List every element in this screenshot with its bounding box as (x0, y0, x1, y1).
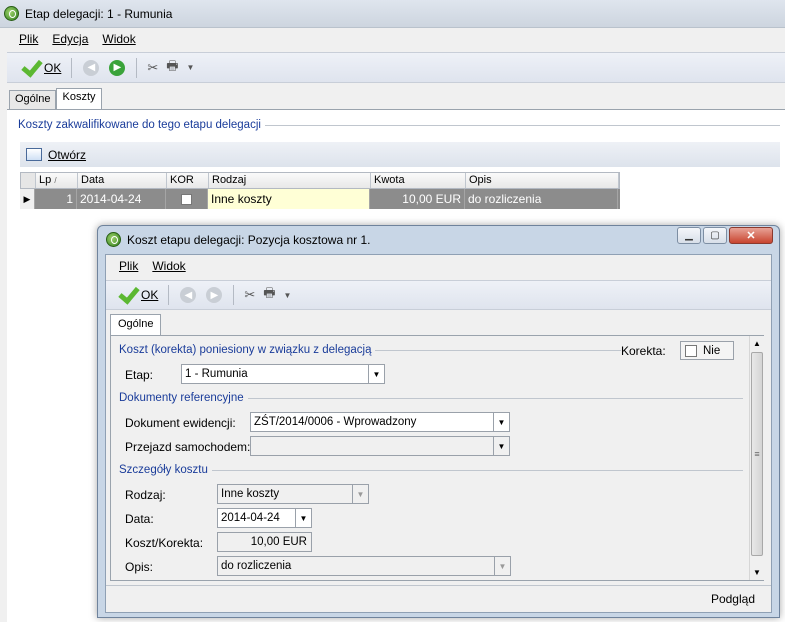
main-toolbar: OK ◀ ▶ ✂ 🖶 ▼ (7, 52, 785, 83)
dialog-toolbar: OK ◀ ▶ ✂ 🖶 ▼ (106, 280, 771, 310)
chevron-down-icon[interactable]: ▼ (295, 509, 311, 527)
main-tabs: Ogólne Koszty (9, 88, 102, 110)
costs-grid: Lp / Data KOR Rodzaj Kwota Opis ▶ 1 2014… (20, 172, 620, 209)
close-icon[interactable]: ✕ (729, 227, 773, 244)
koszt-label: Koszt/Korekta: (125, 536, 204, 550)
vertical-scrollbar[interactable]: ▲ ≡ ▼ (749, 336, 764, 580)
opis-select[interactable]: do rozliczenia ▼ (217, 556, 511, 576)
row-pointer-icon: ▶ (20, 189, 35, 209)
chevron-down-icon[interactable]: ▼ (494, 557, 510, 575)
section-koszt: Koszt (korekta) poniesiony w związku z d… (119, 344, 621, 356)
ok-button[interactable]: OK (15, 56, 65, 80)
scroll-up-icon[interactable]: ▲ (750, 336, 764, 351)
scroll-thumb[interactable]: ≡ (751, 352, 763, 556)
tools-icon[interactable]: ✂ (147, 60, 158, 76)
column-opis[interactable]: Opis (466, 173, 619, 188)
chevron-down-icon[interactable]: ▼ (352, 485, 368, 503)
menu-edycja[interactable]: Edycja (45, 32, 95, 46)
open-document-icon (26, 148, 42, 161)
data-date-picker[interactable]: 2014-04-24 ▼ (217, 508, 312, 528)
toolbar-separator (136, 57, 138, 78)
rodzaj-select[interactable]: Inne koszty ▼ (217, 484, 369, 504)
tools-icon[interactable]: ✂ (244, 287, 255, 303)
opis-label: Opis: (125, 560, 154, 574)
etap-select[interactable]: 1 - Rumunia ▼ (181, 364, 385, 384)
dokument-label: Dokument ewidencji: (125, 416, 236, 430)
table-row[interactable]: ▶ 1 2014-04-24 Inne koszty 10,00 EUR do … (20, 189, 620, 209)
checkmark-icon (19, 58, 41, 78)
dialog-status-bar: Podgląd (106, 585, 771, 612)
dialog-body: Plik Widok OK ◀ ▶ ✂ 🖶 ▼ Ogólne Koszt (ko… (105, 254, 772, 613)
ok-button[interactable]: OK (112, 283, 162, 307)
back-arrow-icon[interactable]: ◀ (180, 287, 197, 303)
toolbar-separator (71, 57, 73, 78)
chevron-down-icon[interactable]: ▼ (368, 365, 384, 383)
dialog-title-bar: Koszt etapu delegacji: Pozycja kosztowa … (106, 232, 370, 247)
dialog-tabs: Ogólne (110, 314, 162, 336)
back-arrow-icon[interactable]: ◀ (83, 59, 100, 76)
app-icon (106, 232, 121, 247)
maximize-icon[interactable]: ▢ (703, 227, 727, 244)
print-icon[interactable]: 🖶 (166, 57, 178, 79)
menu-plik[interactable]: Plik (12, 32, 45, 46)
tab-ogolne[interactable]: Ogólne (9, 90, 57, 110)
column-kor[interactable]: KOR (167, 173, 209, 188)
chevron-down-icon[interactable]: ▼ (493, 413, 509, 431)
forward-arrow-icon[interactable]: ▶ (109, 59, 126, 76)
print-dropdown-icon[interactable]: ▼ (284, 291, 292, 300)
grid-header: Lp / Data KOR Rodzaj Kwota Opis (20, 172, 620, 189)
etap-label: Etap: (125, 368, 154, 382)
tab-koszty[interactable]: Koszty (56, 88, 102, 110)
checkmark-icon (116, 285, 138, 305)
column-data[interactable]: Data (78, 173, 167, 188)
print-dropdown-icon[interactable]: ▼ (187, 63, 195, 72)
main-title-bar: Etap delegacji: 1 - Rumunia (0, 0, 785, 28)
menu-plik[interactable]: Plik (112, 259, 145, 273)
minimize-icon[interactable]: ▁ (677, 227, 701, 244)
section-szczegoly: Szczegóły kosztu (119, 464, 743, 476)
costs-section-header: Koszty zakwalifikowane do tego etapu del… (18, 119, 780, 131)
main-menu-bar: Plik Edycja Widok (0, 28, 785, 50)
grid-toolbar: Otwórz (20, 142, 780, 167)
dialog-menu-bar: Plik Widok (106, 255, 771, 277)
menu-widok[interactable]: Widok (145, 259, 192, 273)
przejazd-label: Przejazd samochodem: (125, 440, 251, 454)
korekta-label: Korekta: (621, 344, 666, 358)
column-lp[interactable]: Lp / (36, 173, 78, 188)
open-button[interactable]: Otwórz (26, 148, 86, 162)
column-kwota[interactable]: Kwota (371, 173, 466, 188)
przejazd-select[interactable]: ▼ (250, 436, 510, 456)
app-icon (4, 6, 19, 21)
koszt-field[interactable]: 10,00 EUR (217, 532, 312, 552)
column-rodzaj[interactable]: Rodzaj (209, 173, 371, 188)
menu-widok[interactable]: Widok (95, 32, 142, 46)
rodzaj-label: Rodzaj: (125, 488, 166, 502)
scroll-down-icon[interactable]: ▼ (750, 565, 764, 580)
podglad-button[interactable]: Podgląd (711, 592, 755, 606)
kor-checkbox[interactable] (181, 193, 192, 205)
main-window-title: Etap delegacji: 1 - Rumunia (25, 6, 173, 21)
dialog-tab-content: Koszt (korekta) poniesiony w związku z d… (110, 335, 764, 581)
korekta-checkbox[interactable] (685, 344, 697, 357)
tab-ogolne[interactable]: Ogólne (110, 314, 162, 336)
cost-dialog: Koszt etapu delegacji: Pozycja kosztowa … (97, 225, 780, 618)
data-label: Data: (125, 512, 154, 526)
window-controls: ▁ ▢ ✕ (677, 227, 773, 244)
forward-arrow-icon[interactable]: ▶ (206, 287, 223, 303)
section-dokumenty: Dokumenty referencyjne (119, 392, 743, 404)
dokument-select[interactable]: ZŚT/2014/0006 - Wprowadzony ▼ (250, 412, 510, 432)
chevron-down-icon[interactable]: ▼ (493, 437, 509, 455)
print-icon[interactable]: 🖶 (263, 284, 275, 306)
korekta-toggle[interactable]: Nie (680, 341, 734, 360)
